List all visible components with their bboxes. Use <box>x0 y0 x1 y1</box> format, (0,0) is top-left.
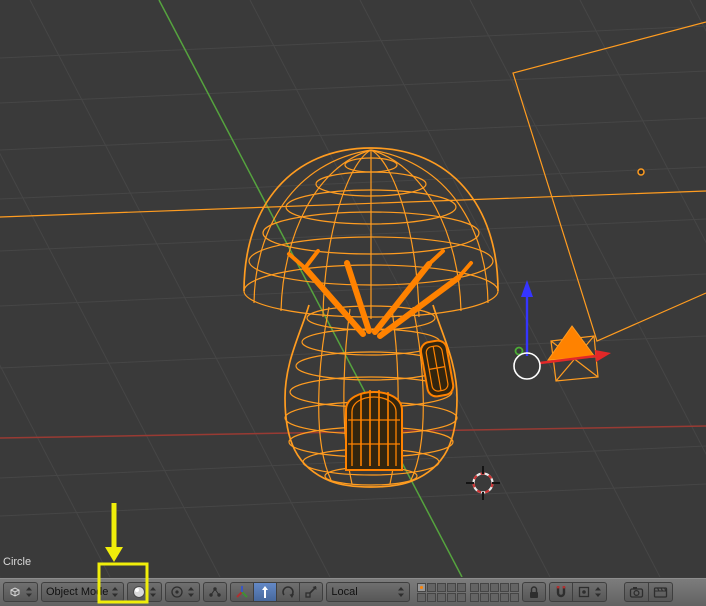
pivot-point-dropdown[interactable] <box>165 582 201 602</box>
dropdown-arrows-icon <box>150 587 157 597</box>
3d-viewport[interactable]: Circle <box>0 0 706 577</box>
axes-icon <box>236 586 249 598</box>
dropdown-arrows-icon <box>595 587 602 597</box>
layer-toggle-20[interactable] <box>510 592 520 602</box>
opengl-render-still-button[interactable] <box>624 582 650 602</box>
mode-dropdown[interactable]: Object Mode <box>41 582 125 602</box>
layer-group-2 <box>470 582 520 602</box>
snap-toggle[interactable] <box>549 582 574 602</box>
layer-toggle-8[interactable] <box>437 592 447 602</box>
lock-icon <box>530 586 539 598</box>
layer-toggle-4[interactable] <box>447 582 457 592</box>
layer-toggle-7[interactable] <box>427 592 437 602</box>
dropdown-arrows-icon <box>188 587 195 597</box>
magnet-icon <box>557 586 566 598</box>
render-still-icon <box>630 587 644 598</box>
active-object-name: Circle <box>3 556 32 568</box>
shading-dropdown[interactable] <box>127 582 163 602</box>
snap-controls <box>549 582 608 602</box>
layer-toggle-18[interactable] <box>490 592 500 602</box>
viewport-scene <box>0 0 706 577</box>
layer-toggle-17[interactable] <box>480 592 490 602</box>
layer-toggle-5[interactable] <box>457 582 467 592</box>
lock-to-scene-toggle[interactable] <box>522 582 547 602</box>
layer-toggle-11[interactable] <box>470 582 480 592</box>
layer-toggle-2[interactable] <box>427 582 437 592</box>
snap-target-dropdown[interactable] <box>572 582 608 602</box>
layer-toggle-10[interactable] <box>457 592 467 602</box>
layer-buttons <box>417 582 520 602</box>
manipulator-toggles <box>230 582 324 602</box>
manipulator-scale-toggle[interactable] <box>299 582 324 602</box>
layer-group-1 <box>417 582 467 602</box>
layer-toggle-12[interactable] <box>480 582 490 592</box>
layer-toggle-15[interactable] <box>510 582 520 592</box>
snap-target-icon <box>579 586 590 598</box>
editor-type-button[interactable] <box>3 582 38 602</box>
layer-toggle-3[interactable] <box>437 582 447 592</box>
opengl-render-anim-button[interactable] <box>648 582 674 602</box>
branches <box>287 249 473 339</box>
dropdown-arrows-icon <box>112 587 119 597</box>
cone-object[interactable] <box>546 325 599 382</box>
layer-toggle-16[interactable] <box>470 592 480 602</box>
blender-window: Circle Object Mode Local <box>0 0 706 606</box>
manipulate-center-points-icon <box>209 587 222 597</box>
viewport-header: Object Mode Local <box>0 577 706 606</box>
mode-dropdown-label: Object Mode <box>46 586 109 598</box>
layer-toggle-9[interactable] <box>447 592 457 602</box>
opengl-render-buttons <box>624 582 674 602</box>
viewport-shading-sphere-icon <box>133 586 146 598</box>
layer-toggle-19[interactable] <box>500 592 510 602</box>
render-anim-icon <box>654 587 668 598</box>
manipulator-rotate-toggle[interactable] <box>276 582 301 602</box>
3d-viewport-editor-icon <box>10 587 20 597</box>
manipulator-translate-toggle[interactable] <box>253 582 278 602</box>
y-axis-line <box>158 0 463 577</box>
layer-toggle-1[interactable] <box>417 582 427 592</box>
plane-object[interactable] <box>512 21 706 342</box>
layer-toggle-13[interactable] <box>490 582 500 592</box>
scale-square-icon <box>305 586 317 598</box>
dropdown-arrows-icon <box>26 587 32 597</box>
orientation-dropdown[interactable]: Local <box>326 582 411 602</box>
rotate-arc-icon <box>282 586 295 598</box>
translate-arrow-icon <box>262 586 269 598</box>
object-origin-dot <box>637 168 645 176</box>
orientation-dropdown-label: Local <box>331 586 358 598</box>
door <box>345 390 403 471</box>
layer-toggle-6[interactable] <box>417 592 427 602</box>
manipulator-axis-toggle[interactable] <box>230 582 255 602</box>
layer-toggle-14[interactable] <box>500 582 510 592</box>
center-points-toggle[interactable] <box>203 582 228 602</box>
pivot-point-icon <box>171 586 184 598</box>
dropdown-arrows-icon <box>398 587 405 597</box>
